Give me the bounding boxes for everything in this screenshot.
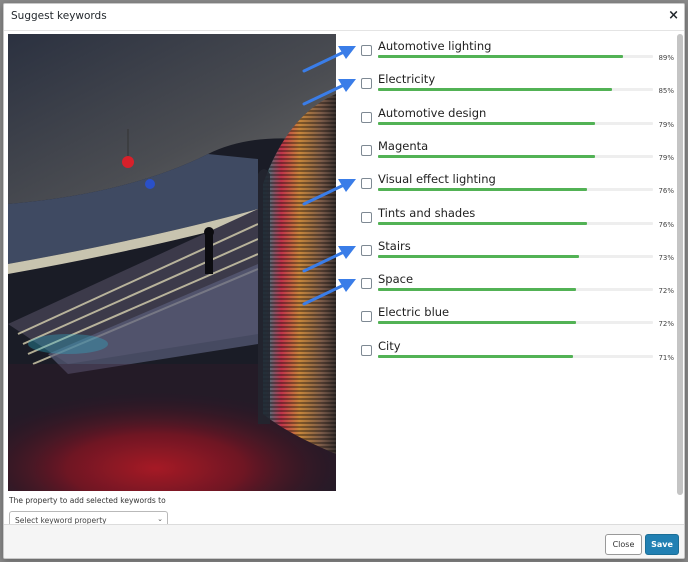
annotation-arrow-icon: [302, 245, 356, 273]
keyword-score-percent: 85%: [658, 87, 674, 96]
keyword-checkbox[interactable]: [361, 45, 372, 56]
keyword-score-fill: [378, 188, 587, 192]
keyword-label: Automotive design: [378, 105, 487, 120]
keyword-row[interactable]: Electric blue 72%: [356, 301, 674, 334]
keyword-score-bar: [378, 88, 653, 92]
keyword-score-fill: [378, 254, 579, 258]
keyword-score-fill: [378, 288, 576, 292]
keyword-row[interactable]: Space 72%: [356, 268, 674, 301]
keyword-label: Automotive lighting: [378, 39, 492, 53]
keyword-label: Stairs: [378, 238, 411, 253]
keyword-row[interactable]: Visual effect lighting 76%: [356, 168, 674, 201]
keyword-label: Tints and shades: [378, 205, 476, 220]
keyword-score-bar: [378, 121, 653, 125]
keyword-score-fill: [378, 354, 574, 358]
annotation-arrow-icon: [302, 279, 356, 306]
keyword-score-bar: [378, 188, 653, 192]
keyword-row[interactable]: City 71%: [356, 335, 674, 368]
keyword-checkbox[interactable]: [361, 211, 372, 223]
annotation-arrow-icon: [302, 46, 356, 73]
keyword-label: Electric blue: [378, 305, 450, 320]
keyword-score-percent: 72%: [658, 287, 674, 296]
keyword-checkbox[interactable]: [361, 344, 372, 356]
keyword-score-bar: [378, 321, 653, 325]
keyword-score-percent: 79%: [658, 120, 674, 129]
keyword-score-percent: 76%: [658, 187, 674, 196]
keyword-score-percent: 76%: [658, 220, 674, 229]
keyword-property-select[interactable]: Select keyword property ⌄: [9, 511, 168, 525]
keyword-checkbox[interactable]: [361, 144, 372, 156]
keyword-score-fill: [378, 88, 612, 92]
keyword-score-fill: [378, 321, 576, 325]
keyword-label: City: [378, 338, 401, 353]
property-label: The property to add selected keywords to: [9, 496, 166, 505]
keyword-checkbox[interactable]: [361, 278, 372, 290]
dialog-header: Suggest keywords ×: [4, 4, 684, 31]
keyword-score-fill: [378, 221, 587, 225]
chevron-down-icon: ⌄: [157, 515, 163, 523]
close-icon[interactable]: ×: [668, 8, 679, 24]
keyword-row[interactable]: Automotive lighting 89%: [356, 35, 674, 68]
keyword-score-fill: [378, 121, 596, 125]
keyword-checkbox[interactable]: [361, 244, 372, 256]
keyword-score-fill: [378, 55, 623, 58]
keyword-checkbox[interactable]: [361, 78, 372, 90]
keyword-score-bar: [378, 221, 653, 225]
keyword-score-fill: [378, 154, 596, 158]
dialog-footer: Close Save: [4, 524, 684, 558]
dialog-title: Suggest keywords: [11, 10, 107, 22]
keyword-score-percent: 71%: [658, 353, 674, 362]
keyword-score-percent: 89%: [658, 54, 674, 62]
keyword-checkbox[interactable]: [361, 311, 372, 323]
keyword-row[interactable]: Stairs 73%: [356, 235, 674, 268]
keyword-score-bar: [378, 288, 653, 292]
preview-image: [8, 34, 336, 491]
annotation-arrow-icon: [302, 79, 356, 106]
annotation-arrow-icon: [302, 179, 356, 206]
keyword-label: Magenta: [378, 138, 429, 153]
scrollbar[interactable]: [677, 34, 683, 495]
keyword-row[interactable]: Automotive design 79%: [356, 102, 674, 135]
keyword-score-percent: 73%: [658, 253, 674, 262]
keyword-checkbox[interactable]: [361, 178, 372, 190]
suggest-keywords-dialog: Suggest keywords × The property to add s…: [3, 3, 685, 559]
close-button[interactable]: Close: [605, 534, 642, 555]
scrollbar-thumb[interactable]: [677, 34, 683, 495]
keyword-score-percent: 79%: [658, 153, 674, 162]
keyword-label: Space: [378, 272, 414, 287]
keyword-score-bar: [378, 154, 653, 158]
keyword-score-percent: 72%: [658, 320, 674, 329]
keyword-label: Electricity: [378, 72, 436, 87]
keyword-row[interactable]: Tints and shades 76%: [356, 202, 674, 235]
keyword-row[interactable]: Electricity 85%: [356, 68, 674, 101]
keyword-row[interactable]: Magenta 79%: [356, 135, 674, 168]
save-button[interactable]: Save: [645, 534, 679, 555]
keyword-checkbox[interactable]: [361, 111, 372, 123]
keyword-score-bar: [378, 254, 653, 258]
keyword-label: Visual effect lighting: [378, 172, 496, 187]
keyword-score-bar: [378, 354, 653, 358]
keyword-score-bar: [378, 55, 653, 58]
